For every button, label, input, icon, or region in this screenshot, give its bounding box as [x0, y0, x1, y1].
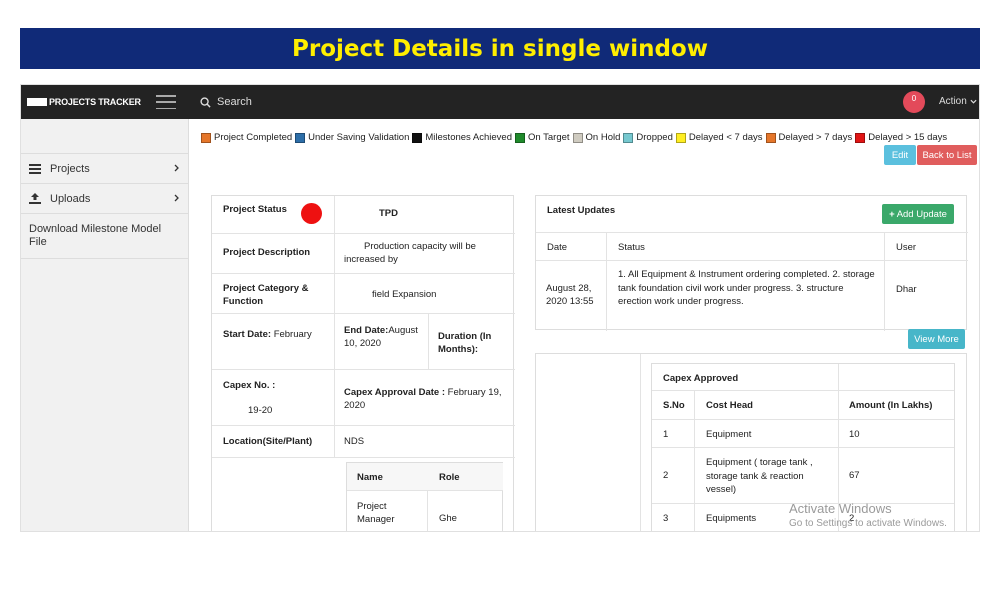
capex-title: Capex Approved — [652, 364, 954, 391]
back-to-list-button[interactable]: Back to List — [917, 145, 977, 165]
capex-row-sno: 1 — [652, 420, 694, 448]
edit-button[interactable]: Edit — [884, 145, 916, 165]
team-member-role: Ghe — [439, 513, 457, 524]
team-header-role: Role — [427, 463, 503, 491]
legend-swatch — [765, 132, 776, 143]
legend-swatch — [295, 132, 306, 143]
capex-row-sno: 3 — [652, 504, 694, 531]
capex-no-value: 19-20 — [248, 405, 273, 416]
chevron-right-icon — [174, 193, 179, 205]
legend-item: Under Saving Validation — [295, 132, 409, 143]
end-date-label: End Date: — [344, 325, 389, 336]
action-menu[interactable]: Action — [939, 96, 977, 107]
location-label: Location(Site/Plant) — [212, 426, 334, 458]
location-value: NDS — [334, 426, 515, 458]
capex-row-amount: 10 — [838, 420, 954, 448]
legend-swatch — [412, 132, 423, 143]
team-table: Name Role Project Manager Ghe — [346, 462, 503, 531]
legend-item: Delayed > 15 days — [855, 132, 947, 143]
search-label: Search — [217, 96, 252, 108]
capex-approval-cell: Capex Approval Date : February 19, 2020 — [334, 370, 515, 426]
sidebar-item-uploads[interactable]: Uploads — [21, 184, 189, 214]
sidebar-item-label: Projects — [50, 162, 90, 175]
capex-header-amount: Amount (In Lakhs) — [838, 391, 954, 420]
updates-header-user: User — [884, 233, 968, 261]
capex-header-sno: S.No — [652, 391, 694, 420]
legend-swatch — [515, 132, 525, 143]
capex-row-sno: 2 — [652, 448, 694, 504]
legend-item: Delayed < 7 days — [675, 132, 763, 143]
project-description-value: Production capacity will be increased by — [334, 234, 515, 274]
sidebar-item-label: Download Milestone Model File — [29, 223, 162, 248]
sidebar-item-download-milestone[interactable]: Download Milestone Model File — [21, 214, 189, 259]
notification-badge[interactable]: 0 — [903, 91, 925, 113]
capex-panel: Capex Approved S.No Cost Head Amount (In… — [535, 353, 967, 531]
start-date-label: Start Date: — [223, 329, 272, 340]
sidebar-item-projects[interactable]: Projects — [21, 153, 189, 184]
updates-header-status: Status — [606, 233, 884, 261]
capex-row-head: Equipment ( torage tank , storage tank &… — [694, 448, 838, 504]
add-update-button[interactable]: + Add Update — [882, 204, 954, 224]
legend-item: Delayed > 7 days — [765, 132, 852, 143]
list-icon — [29, 163, 43, 174]
activate-windows-hint: Go to Settings to activate Windows. — [789, 518, 947, 529]
plus-icon: + — [889, 208, 895, 220]
legend-swatch — [623, 132, 634, 143]
duration-label: Duration (In Months): — [428, 314, 515, 370]
update-user: Dhar — [896, 284, 917, 295]
sidebar: Projects Uploads Download Milestone Mode… — [21, 119, 189, 531]
end-date-cell: End Date:August 10, 2020 — [334, 314, 428, 370]
status-legend: Project Completed Under Saving Validatio… — [201, 132, 971, 143]
project-category-value: field Expansion — [334, 274, 515, 314]
search-box[interactable]: Search — [200, 96, 252, 108]
status-indicator — [301, 203, 322, 224]
page-banner: Project Details in single window — [20, 28, 980, 69]
legend-item: Project Completed — [201, 132, 292, 143]
logo-icon — [27, 98, 47, 106]
brand-logo[interactable]: PROJECTS TRACKER — [21, 97, 156, 107]
legend-swatch — [675, 132, 686, 143]
capex-row-amount: 67 — [838, 448, 954, 504]
brand-name: PROJECTS TRACKER — [49, 97, 141, 107]
capex-row-head: Equipment — [694, 420, 838, 448]
legend-swatch — [855, 132, 866, 143]
capex-approval-label: Capex Approval Date : — [344, 387, 446, 398]
legend-swatch — [201, 132, 211, 143]
legend-item: On Target — [515, 132, 570, 143]
team-header-name: Name — [347, 463, 427, 491]
project-status-value: TPD — [334, 196, 515, 234]
updates-header-date: Date — [536, 233, 606, 261]
banner-title: Project Details in single window — [292, 35, 708, 62]
legend-item: On Hold — [572, 132, 620, 143]
update-date: August 28, 2020 13:55 — [546, 283, 594, 307]
project-details-panel: Project Status TPD Project Description P… — [211, 195, 515, 531]
capex-header-cost-head: Cost Head — [694, 391, 838, 420]
upload-icon — [29, 193, 43, 204]
search-icon — [200, 96, 211, 108]
capex-no-label: Capex No. : — [223, 380, 276, 391]
update-status: 1. All Equipment & Instrument ordering c… — [618, 269, 875, 307]
top-navbar: PROJECTS TRACKER Search 0 Action — [21, 85, 979, 119]
legend-swatch — [572, 132, 583, 143]
start-date-cell: Start Date: February — [212, 314, 334, 370]
app-window: PROJECTS TRACKER Search 0 Action Project… — [20, 84, 980, 532]
team-member-name: Project Manager — [357, 501, 395, 525]
activate-windows-watermark: Activate Windows — [789, 501, 892, 516]
sidebar-item-label: Uploads — [50, 192, 91, 205]
legend-item: Dropped — [623, 132, 673, 143]
chevron-right-icon — [174, 163, 179, 175]
project-category-label: Project Category & Function — [212, 274, 334, 314]
action-label: Action — [939, 96, 967, 107]
chevron-down-icon — [970, 99, 977, 104]
project-description-label: Project Description — [212, 234, 334, 274]
legend-item: Milestones Achieved — [412, 132, 512, 143]
menu-toggle-icon[interactable] — [156, 95, 176, 109]
capex-no-cell: Capex No. : 19-20 — [212, 370, 334, 426]
view-more-button[interactable]: View More — [908, 329, 965, 349]
start-date-value: February — [273, 329, 312, 340]
